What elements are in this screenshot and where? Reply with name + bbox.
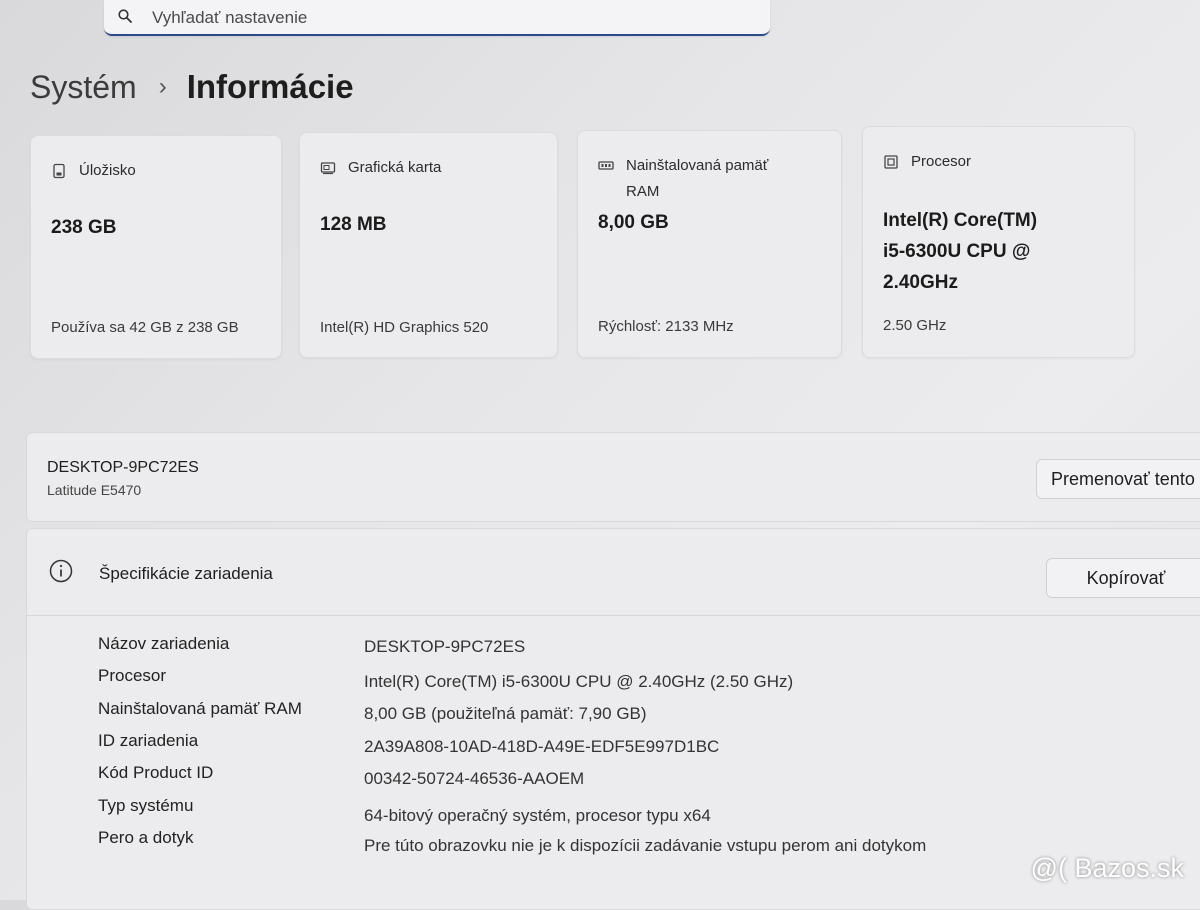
rename-pc-button[interactable]: Premenovať tento bbox=[1036, 459, 1200, 499]
settings-search-box[interactable] bbox=[104, 0, 770, 36]
graphics-card-header: Grafická karta bbox=[320, 155, 441, 181]
device-model: Latitude E5470 bbox=[47, 482, 142, 498]
cpu-card-header: Procesor bbox=[883, 149, 971, 175]
page-title: Informácie bbox=[186, 68, 354, 105]
graphics-card[interactable]: Grafická karta 128 MB Intel(R) HD Graphi… bbox=[299, 132, 558, 358]
breadcrumb: Systém › Informácie bbox=[30, 68, 354, 106]
spec-value-pen-touch: Pre túto obrazovku nie je k dispozícii z… bbox=[364, 836, 927, 855]
cpu-card-value-line2: i5-6300U CPU @ bbox=[883, 241, 1031, 262]
search-icon bbox=[118, 9, 132, 23]
spec-label-product-id: Kód Product ID bbox=[98, 763, 214, 782]
spec-label-ram: Nainštalovaná pamäť RAM bbox=[98, 699, 302, 718]
storage-card-usage: Používa sa 42 GB z 238 GB bbox=[51, 319, 239, 336]
spec-label-system-type: Typ systému bbox=[98, 796, 194, 815]
info-icon bbox=[49, 559, 73, 583]
ram-card[interactable]: Nainštalovaná pamäť RAM 8,00 GB Rýchlosť… bbox=[577, 130, 842, 358]
breadcrumb-separator: › bbox=[158, 73, 167, 100]
spec-label-processor: Procesor bbox=[98, 666, 167, 685]
ram-card-title: Nainštalovaná pamäť RAM bbox=[626, 153, 768, 205]
storage-card-header: Úložisko bbox=[51, 158, 136, 184]
storage-card-title: Úložisko bbox=[79, 162, 136, 179]
device-name-panel: DESKTOP-9PC72ES Latitude E5470 bbox=[26, 432, 1200, 522]
spec-value-ram: 8,00 GB (použiteľná pamäť: 7,90 GB) bbox=[364, 704, 647, 723]
storage-card[interactable]: Úložisko 238 GB Používa sa 42 GB z 238 G… bbox=[30, 135, 282, 359]
cpu-card[interactable]: Procesor Intel(R) Core(TM) i5-6300U CPU … bbox=[862, 126, 1135, 358]
spec-value-device-name: DESKTOP-9PC72ES bbox=[364, 637, 526, 656]
spec-label-device-name: Názov zariadenia bbox=[98, 634, 230, 653]
storage-card-value: 238 GB bbox=[51, 217, 117, 238]
spec-value-processor: Intel(R) Core(TM) i5-6300U CPU @ 2.40GHz… bbox=[364, 672, 794, 691]
copy-specs-button[interactable]: Kopírovať bbox=[1046, 558, 1200, 598]
ram-icon bbox=[598, 161, 614, 170]
graphics-card-title: Grafická karta bbox=[348, 159, 442, 176]
device-specs-header[interactable]: Špecifikácie zariadenia bbox=[27, 529, 1200, 616]
search-input[interactable] bbox=[150, 6, 734, 30]
bazos-watermark: @( Bazos.sk bbox=[1030, 853, 1184, 883]
ram-card-value: 8,00 GB bbox=[598, 212, 669, 233]
spec-value-product-id: 00342-50724-46536-AAOEM bbox=[364, 769, 585, 788]
device-specs-title: Špecifikácie zariadenia bbox=[99, 564, 273, 583]
spec-value-device-id: 2A39A808-10AD-418D-A49E-EDF5E997D1BC bbox=[364, 737, 720, 756]
cpu-card-frequency: 2.50 GHz bbox=[883, 317, 947, 334]
spec-label-device-id: ID zariadenia bbox=[98, 731, 199, 750]
storage-icon bbox=[53, 163, 65, 179]
processor-icon bbox=[884, 155, 898, 169]
cpu-card-title: Procesor bbox=[911, 153, 972, 170]
spec-label-pen-touch: Pero a dotyk bbox=[98, 828, 194, 847]
ram-card-header: Nainštalovaná pamäť RAM bbox=[598, 153, 768, 205]
graphics-card-value: 128 MB bbox=[320, 214, 387, 235]
cpu-card-value: Intel(R) Core(TM) i5-6300U CPU @ 2.40GHz bbox=[883, 205, 1037, 298]
graphics-card-icon bbox=[320, 162, 336, 175]
device-name: DESKTOP-9PC72ES bbox=[47, 459, 199, 476]
ram-card-speed: Rýchlosť: 2133 MHz bbox=[598, 318, 734, 335]
cpu-card-value-line3: 2.40GHz bbox=[883, 272, 958, 293]
graphics-card-model: Intel(R) HD Graphics 520 bbox=[320, 319, 489, 336]
ram-card-title-line1: Nainštalovaná pamäť bbox=[626, 157, 769, 174]
cpu-card-value-line1: Intel(R) Core(TM) bbox=[883, 210, 1038, 231]
ram-card-title-line2: RAM bbox=[626, 183, 660, 200]
spec-value-system-type: 64-bitový operačný systém, procesor typu… bbox=[364, 806, 711, 825]
breadcrumb-parent-link[interactable]: Systém bbox=[30, 69, 137, 106]
